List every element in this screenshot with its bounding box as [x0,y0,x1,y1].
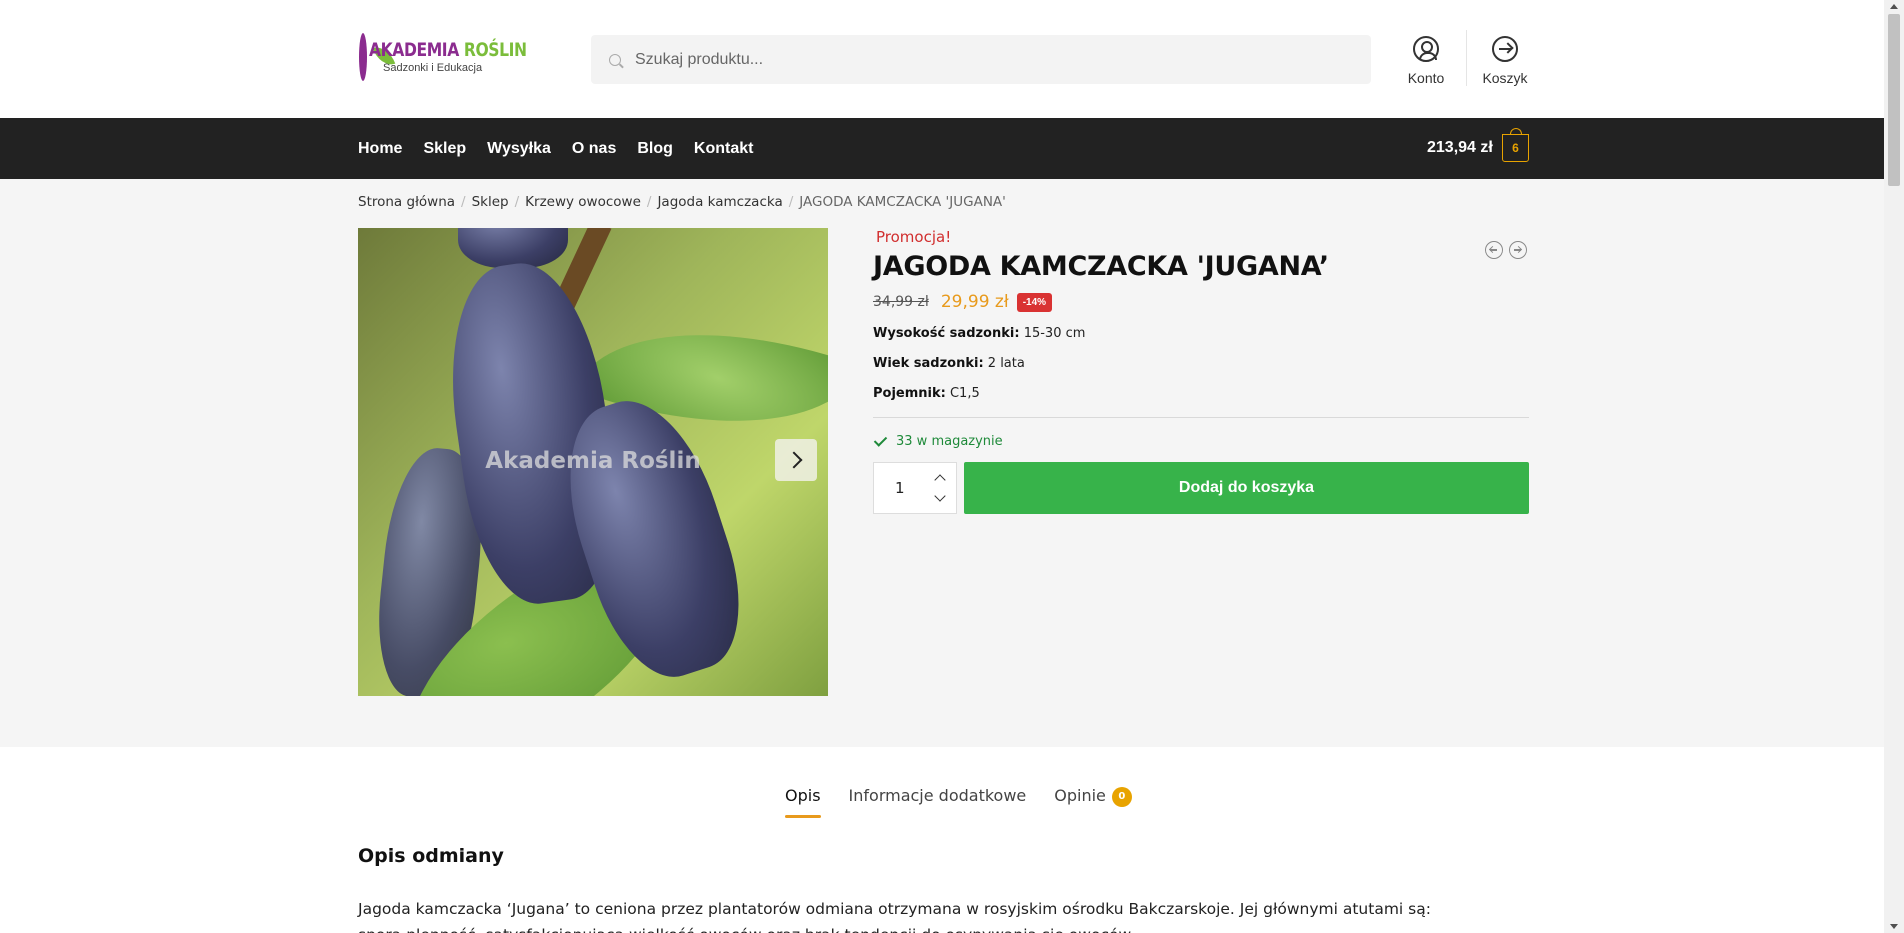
chevron-down-icon[interactable] [934,490,946,502]
breadcrumb-current: JAGODA KAMCZACKA 'JUGANA' [799,194,1006,210]
logo-title-part1: AKADEMIA [369,38,464,61]
attribute-value: C1,5 [945,386,980,401]
breadcrumb-separator: / [514,194,520,210]
product-section: Strona główna / Sklep / Krzewy owocowe /… [0,179,1884,747]
scroll-up-icon[interactable] [1890,4,1898,9]
breadcrumb-link-subcategory[interactable]: Jagoda kamczacka [657,194,782,210]
site-logo[interactable]: AKADEMIA ROŚLIN Sadzonki i Edukacja [359,30,544,84]
user-icon [1413,36,1439,62]
breadcrumb: Strona główna / Sklep / Krzewy owocowe /… [358,194,1006,210]
quantity-stepper[interactable]: 1 [873,462,957,514]
nav-item-kontakt[interactable]: Kontakt [694,140,754,158]
summary-divider [873,417,1529,418]
product-summary: Promocja! JAGODA KAMCZACKA 'JUGANA’ 34,9… [873,228,1529,514]
cart-total[interactable]: 213,94 zł [1427,139,1493,157]
nav-item-home[interactable]: Home [358,140,402,158]
breadcrumb-link-category[interactable]: Krzewy owocowe [525,194,641,210]
product-title: JAGODA KAMCZACKA 'JUGANA’ [873,251,1329,282]
breadcrumb-separator: / [788,194,794,210]
breadcrumb-link-shop[interactable]: Sklep [472,194,509,210]
add-to-cart-button[interactable]: Dodaj do koszyka [964,462,1529,514]
logo-leaf-icon [359,33,367,81]
nav-item-o-nas[interactable]: O nas [572,140,616,158]
cart-link[interactable]: Koszyk [1470,36,1540,86]
nav-item-sklep[interactable]: Sklep [423,140,466,158]
chevron-up-icon[interactable] [934,474,946,486]
previous-product-icon[interactable] [1485,241,1503,259]
price-row: 34,99 zł 29,99 zł -14% [873,292,1529,312]
description-text: Jagoda kamczacka ‘Jugana’ to ceniona prz… [358,900,1431,933]
stock-text: 33 w magazynie [896,434,1003,449]
tab-description[interactable]: Opis [785,786,821,818]
next-product-icon[interactable] [1509,241,1527,259]
search-input[interactable] [635,50,1335,69]
nav-item-wysylka[interactable]: Wysyłka [487,140,551,158]
image-watermark: Akademia Roślin [485,448,701,474]
attribute-container: Pojemnik: C1,5 [873,386,1529,401]
logo-title-part2: ROŚLIN [463,38,527,61]
add-to-cart-form: 1 Dodaj do koszyka [873,462,1529,514]
cart-label: Koszyk [1482,70,1528,86]
tab-reviews[interactable]: Opinie 0 [1054,786,1132,809]
account-link[interactable]: Konto [1391,36,1461,86]
header-divider [1466,30,1467,86]
quantity-value[interactable]: 1 [895,479,905,497]
attribute-age: Wiek sadzonki: 2 lata [873,356,1529,371]
nav-item-blog[interactable]: Blog [637,140,673,158]
breadcrumb-separator: / [461,194,466,210]
attribute-value: 15-30 cm [1019,326,1086,341]
scroll-down-icon[interactable] [1890,924,1898,929]
product-tabs: Opis Informacje dodatkowe Opinie 0 [785,786,1160,818]
check-icon [873,432,888,447]
sale-price: 29,99 zł [940,292,1009,312]
page-scrollbar[interactable] [1884,0,1904,933]
description-heading: Opis odmiany [358,845,504,867]
attribute-label: Wiek sadzonki: [873,356,984,371]
product-image[interactable]: Akademia Roślin [358,228,828,696]
attribute-label: Pojemnik: [873,386,946,401]
tab-reviews-label: Opinie [1054,786,1106,805]
logo-title: AKADEMIA ROŚLIN [369,38,527,61]
nav-menu: Home Sklep Wysyłka O nas Blog Kontakt [358,118,774,179]
breadcrumb-separator: / [646,194,652,210]
logo-subtitle: Sadzonki i Edukacja [383,61,483,74]
gallery-next-button[interactable] [775,439,817,481]
main-navigation: Home Sklep Wysyłka O nas Blog Kontakt 21… [0,118,1884,179]
scrollbar-thumb[interactable] [1888,14,1900,186]
stock-status: 33 w magazynie [873,432,1529,449]
sale-label: Promocja! [876,228,952,246]
old-price: 34,99 zł [873,294,929,310]
attribute-value: 2 lata [983,356,1025,371]
account-label: Konto [1407,70,1445,86]
search-icon [609,53,621,66]
attribute-height: Wysokość sadzonki: 15-30 cm [873,326,1529,341]
cart-bag-icon[interactable]: 6 [1502,128,1529,162]
logo-text: AKADEMIA ROŚLIN Sadzonki i Edukacja [369,38,561,74]
breadcrumb-link-home[interactable]: Strona główna [358,194,455,210]
tab-additional-info[interactable]: Informacje dodatkowe [849,786,1027,809]
search-bar[interactable] [591,35,1371,84]
attribute-label: Wysokość sadzonki: [873,326,1020,341]
image-berry [458,228,568,268]
reviews-count-badge: 0 [1111,787,1132,807]
site-header: AKADEMIA ROŚLIN Sadzonki i Edukacja Kont… [0,0,1884,118]
discount-badge: -14% [1016,292,1053,312]
arrow-right-icon [1492,36,1518,62]
